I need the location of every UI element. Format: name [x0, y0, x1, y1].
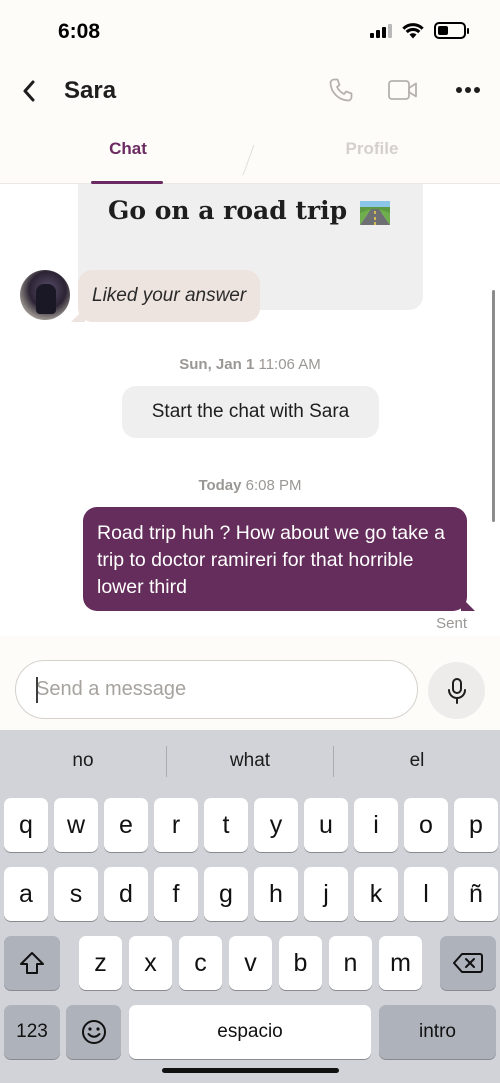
call-button[interactable] [323, 74, 359, 106]
prompt-title-text: Go on a road trip [108, 196, 348, 225]
liked-text: Liked your answer [92, 285, 247, 306]
key-x[interactable]: x [129, 936, 172, 990]
text-caret [36, 677, 38, 703]
back-button[interactable] [14, 76, 44, 106]
key-l[interactable]: l [404, 867, 448, 921]
key-p[interactable]: p [454, 798, 498, 852]
suggestion-item[interactable]: no [0, 730, 166, 792]
status-icons [370, 22, 469, 39]
avatar[interactable] [20, 270, 70, 320]
key-f[interactable]: f [154, 867, 198, 921]
shift-key[interactable] [4, 936, 60, 990]
return-key[interactable]: intro [379, 1005, 496, 1059]
key-g[interactable]: g [204, 867, 248, 921]
key-z[interactable]: z [79, 936, 122, 990]
key-q[interactable]: q [4, 798, 48, 852]
key-n[interactable]: n [329, 936, 372, 990]
key-n-tilde[interactable]: ñ [454, 867, 498, 921]
suggestion-bar: no what el [0, 730, 500, 792]
emoji-key[interactable] [66, 1005, 121, 1059]
backspace-key[interactable] [440, 936, 496, 990]
sent-message-bubble[interactable]: Road trip huh ? How about we go take a t… [83, 507, 467, 611]
microphone-icon [447, 677, 466, 704]
chat-header: Sara [0, 62, 500, 122]
key-t[interactable]: t [204, 798, 248, 852]
system-message: Start the chat with Sara [122, 386, 379, 438]
tab-bar: Chat Profile [0, 122, 500, 184]
key-m[interactable]: m [379, 936, 422, 990]
prompt-title: Go on a road trip [108, 196, 390, 225]
chevron-left-icon [23, 80, 35, 102]
key-k[interactable]: k [354, 867, 398, 921]
message-input[interactable] [15, 660, 418, 719]
suggestion-item[interactable]: what [167, 730, 333, 792]
shift-icon [20, 952, 44, 974]
space-key[interactable]: espacio [129, 1005, 371, 1059]
tab-divider [242, 144, 255, 176]
road-emoji-icon [359, 200, 390, 225]
key-y[interactable]: y [254, 798, 298, 852]
key-i[interactable]: i [354, 798, 398, 852]
timestamp: Today 6:08 PM [0, 477, 500, 494]
key-j[interactable]: j [304, 867, 348, 921]
timestamp-time: 11:06 AM [258, 356, 321, 373]
key-b[interactable]: b [279, 936, 322, 990]
timestamp-day: Today [198, 477, 242, 494]
key-c[interactable]: c [179, 936, 222, 990]
timestamp-day: Sun, Jan 1 [179, 356, 255, 373]
video-call-button[interactable] [385, 74, 421, 106]
key-u[interactable]: u [304, 798, 348, 852]
key-e[interactable]: e [104, 798, 148, 852]
liked-answer-bubble[interactable]: Liked your answer [78, 270, 261, 322]
phone-icon [329, 78, 353, 102]
key-s[interactable]: s [54, 867, 98, 921]
cellular-signal-icon [370, 23, 392, 38]
more-icon [456, 87, 480, 93]
suggestion-item[interactable]: el [334, 730, 500, 792]
tab-profile[interactable]: Profile [330, 139, 414, 159]
key-h[interactable]: h [254, 867, 298, 921]
wifi-icon [402, 22, 424, 38]
emoji-icon [81, 1020, 106, 1044]
tab-chat[interactable]: Chat [92, 139, 164, 159]
key-a[interactable]: a [4, 867, 48, 921]
timestamp: Sun, Jan 1 11:06 AM [0, 356, 500, 373]
numbers-key[interactable]: 123 [4, 1005, 60, 1059]
chat-thread[interactable]: Go on a road trip Liked your answer Sun,… [0, 184, 500, 636]
status-time: 6:08 [58, 20, 101, 43]
scrollbar[interactable] [492, 290, 495, 522]
contact-name[interactable]: Sara [64, 77, 116, 105]
key-d[interactable]: d [104, 867, 148, 921]
key-w[interactable]: w [54, 798, 98, 852]
battery-icon [434, 22, 469, 39]
video-icon [388, 80, 417, 100]
keyboard: no what el q w e r t y u i o p a s d f g… [0, 730, 500, 1083]
voice-message-button[interactable] [428, 662, 485, 719]
key-r[interactable]: r [154, 798, 198, 852]
delivery-status: Sent [436, 615, 467, 632]
timestamp-time: 6:08 PM [245, 477, 302, 494]
more-options-button[interactable] [450, 74, 486, 106]
home-indicator [162, 1068, 339, 1073]
backspace-icon [453, 953, 483, 973]
key-v[interactable]: v [229, 936, 272, 990]
message-composer [0, 636, 500, 730]
key-o[interactable]: o [404, 798, 448, 852]
status-bar: 6:08 [0, 0, 500, 62]
